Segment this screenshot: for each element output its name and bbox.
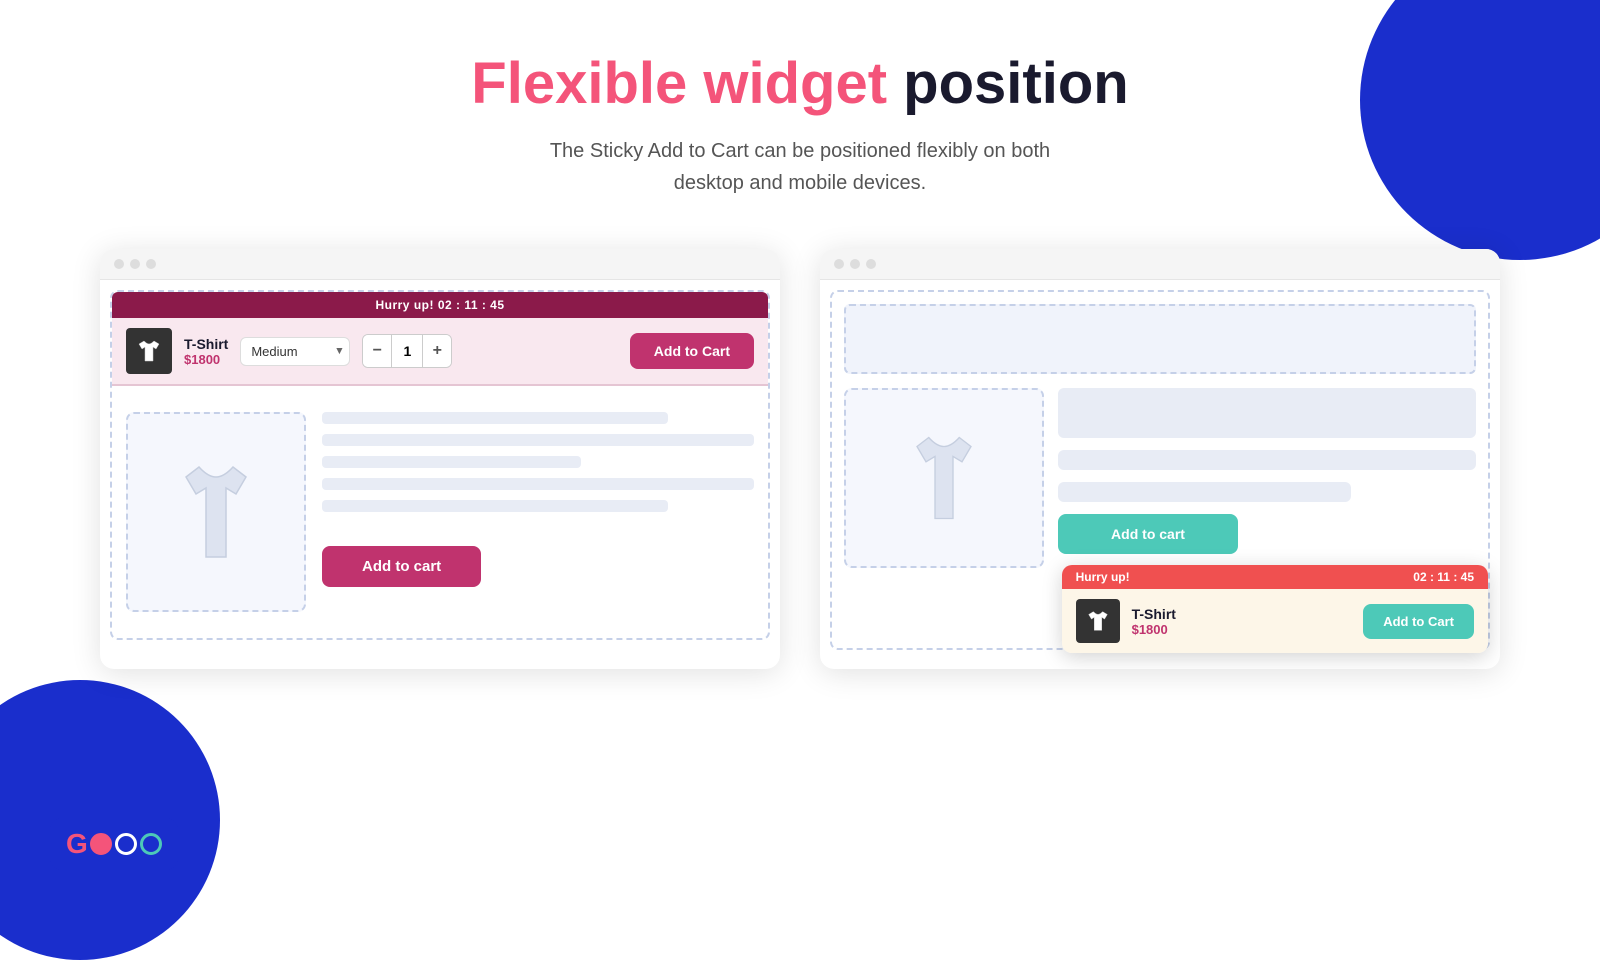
r-dot-1 [834, 259, 844, 269]
left-product-info: T-Shirt $1800 [184, 336, 228, 367]
left-sticky-add-to-cart-btn[interactable]: Add to Cart [630, 333, 754, 369]
right-top-placeholder [844, 304, 1476, 374]
right-sticky-product-row: T-Shirt $1800 Add to Cart [1062, 589, 1488, 653]
logo-circle-outline [115, 833, 137, 855]
right-text-block-2 [1058, 450, 1476, 470]
logo-circle-red [90, 833, 112, 855]
variant-select[interactable]: Medium Small Large [240, 337, 350, 366]
text-line-3 [322, 456, 581, 468]
right-product-thumb [1076, 599, 1120, 643]
right-product-info: T-Shirt $1800 [1132, 606, 1176, 637]
left-text-area: Add to cart [322, 412, 754, 612]
logo-circles [90, 833, 162, 855]
browser-bar-right [820, 249, 1500, 280]
right-product-image-placeholder [844, 388, 1044, 568]
left-content-area: Add to cart [126, 400, 754, 624]
page-title: Flexible widget position [471, 50, 1128, 117]
text-line-2 [322, 434, 754, 446]
dot-1 [114, 259, 124, 269]
right-mockup-window: Add to cart Hurry up! 02 : 11 : 45 [820, 249, 1500, 669]
logo-area: G [50, 818, 178, 870]
variant-select-wrapper[interactable]: Medium Small Large [240, 337, 350, 366]
page-subtitle: The Sticky Add to Cart can be positioned… [550, 135, 1050, 199]
left-sticky-product-bar: T-Shirt $1800 Medium Small Large − [112, 318, 768, 386]
left-hurry-bar: Hurry up! 02 : 11 : 45 [112, 292, 768, 318]
text-line-4 [322, 478, 754, 490]
left-product-thumb [126, 328, 172, 374]
qty-value: 1 [391, 335, 423, 367]
mockups-row: Hurry up! 02 : 11 : 45 T-Shirt $1800 [0, 249, 1600, 669]
left-page-add-to-cart-wrapper: Add to cart [322, 536, 754, 587]
right-sticky-bar-wrapper: Hurry up! 02 : 11 : 45 T-Shirt $1800 [1062, 565, 1488, 653]
r-dot-3 [866, 259, 876, 269]
text-line-5 [322, 500, 668, 512]
right-dashed-border: Add to cart Hurry up! 02 : 11 : 45 [830, 290, 1490, 650]
text-line-1 [322, 412, 668, 424]
right-teal-add-to-cart-btn[interactable]: Add to cart [1058, 514, 1238, 554]
browser-bar-left [100, 249, 780, 280]
right-text-block-3 [1058, 482, 1351, 502]
right-text-col: Add to cart [1058, 388, 1476, 568]
right-hurry-bar: Hurry up! 02 : 11 : 45 [1062, 565, 1488, 589]
left-dashed-border: Hurry up! 02 : 11 : 45 T-Shirt $1800 [110, 290, 770, 640]
dot-3 [146, 259, 156, 269]
dot-2 [130, 259, 140, 269]
logo-letter: G [66, 828, 88, 860]
qty-increase-btn[interactable]: + [423, 335, 451, 367]
right-content-area: Add to cart [844, 388, 1476, 568]
qty-control: − 1 + [362, 334, 452, 368]
left-page-add-to-cart-btn[interactable]: Add to cart [322, 546, 481, 587]
right-text-block-1 [1058, 388, 1476, 438]
left-product-image-placeholder [126, 412, 306, 612]
left-page-content: Add to cart [112, 386, 768, 638]
logo: G [50, 818, 178, 870]
qty-decrease-btn[interactable]: − [363, 335, 391, 367]
right-sticky-add-to-cart-btn[interactable]: Add to Cart [1363, 604, 1474, 639]
r-dot-2 [850, 259, 860, 269]
logo-circle-teal [140, 833, 162, 855]
left-mockup-window: Hurry up! 02 : 11 : 45 T-Shirt $1800 [100, 249, 780, 669]
